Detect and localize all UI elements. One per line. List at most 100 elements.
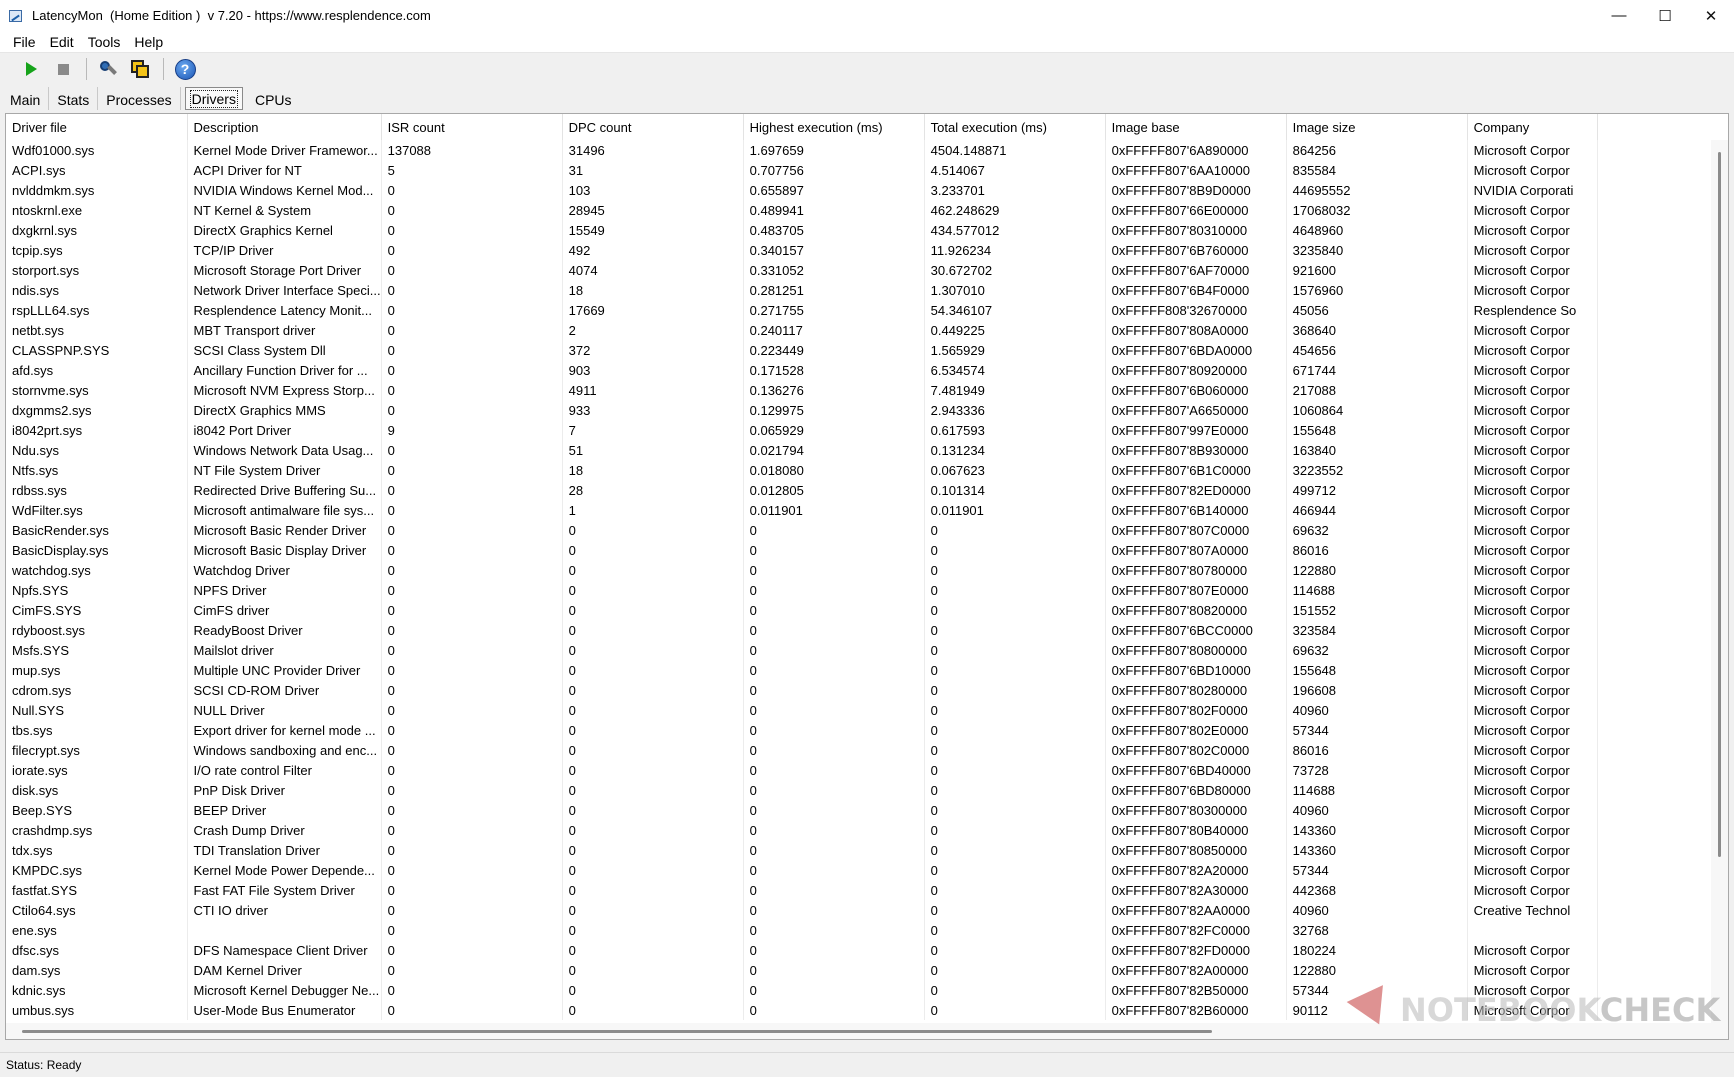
table-cell: Microsoft Corpor — [1467, 840, 1598, 860]
table-row[interactable]: disk.sys PnP Disk Driver 0 0 0 0 0xFFFFF807'6B… — [6, 780, 1598, 800]
start-button[interactable] — [16, 56, 46, 82]
copy-button[interactable] — [125, 56, 155, 82]
table-cell: 466944 — [1286, 500, 1468, 520]
table-cell: rspLLL64.sys — [6, 300, 188, 320]
column-header[interactable]: ISR count — [381, 114, 563, 140]
table-row[interactable]: KMPDC.sys Kernel Mode Power Depende... 0 0 0… — [6, 860, 1598, 880]
tools-button[interactable] — [93, 56, 123, 82]
table-cell: Microsoft Corpor — [1467, 760, 1598, 780]
table-row[interactable]: iorate.sys I/O rate control Filter 0 0 0 0 0xF… — [6, 760, 1598, 780]
table-cell: CLASSPNP.SYS — [6, 340, 188, 360]
table-cell: dxgmms2.sys — [6, 400, 188, 420]
table-cell: 0 — [924, 800, 1106, 820]
table-row[interactable]: afd.sys Ancillary Function Driver for ...… — [6, 360, 1598, 380]
toolbar-separator — [163, 58, 164, 80]
table-cell: 2.943336 — [924, 400, 1106, 420]
tab-cpus[interactable]: CPUs — [247, 87, 300, 110]
menu-file[interactable]: File — [6, 34, 43, 50]
column-header[interactable]: Image base — [1105, 114, 1287, 140]
table-row[interactable]: cdrom.sys SCSI CD-ROM Driver 0 0 0 0 0xFFFFF80… — [6, 680, 1598, 700]
table-row[interactable]: dfsc.sys DFS Namespace Client Driver 0 0 0 0 0… — [6, 940, 1598, 960]
table-cell: 0 — [381, 520, 563, 540]
table-cell: 0 — [743, 920, 925, 940]
table-cell: 864256 — [1286, 140, 1468, 160]
maximize-button[interactable]: ☐ — [1642, 0, 1688, 31]
table-row[interactable]: Null.SYS NULL Driver 0 0 0 0 0xFFFFF807'802F00… — [6, 700, 1598, 720]
table-cell: 0.011901 — [924, 500, 1106, 520]
column-header[interactable]: Description — [187, 114, 382, 140]
table-row[interactable]: WdFilter.sys Microsoft antimalware file s… — [6, 500, 1598, 520]
stop-button[interactable] — [48, 56, 78, 82]
table-row[interactable]: ntoskrnl.exe NT Kernel & System 0 28945 0.48… — [6, 200, 1598, 220]
vertical-scrollbar[interactable] — [1711, 140, 1728, 1024]
table-row[interactable]: dam.sys DAM Kernel Driver 0 0 0 0 0xFFFFF807'8… — [6, 960, 1598, 980]
table-row[interactable]: Msfs.SYS Mailslot driver 0 0 0 0 0xFFFFF807'80… — [6, 640, 1598, 660]
table-row[interactable]: rspLLL64.sys Resplendence Latency Monit..… — [6, 300, 1598, 320]
tab-drivers[interactable]: Drivers — [184, 87, 243, 110]
table-row[interactable]: storport.sys Microsoft Storage Port Drive… — [6, 260, 1598, 280]
table-row[interactable]: tcpip.sys TCP/IP Driver 0 492 0.340157 11.926… — [6, 240, 1598, 260]
table-cell: 0 — [381, 660, 563, 680]
table-cell: 0xFFFFF807'80780000 — [1105, 560, 1287, 580]
table-row[interactable]: stornvme.sys Microsoft NVM Express Storp.… — [6, 380, 1598, 400]
table-row[interactable]: mup.sys Multiple UNC Provider Driver 0 0 0 0 0… — [6, 660, 1598, 680]
scroll-thumb[interactable] — [22, 1030, 1212, 1033]
table-row[interactable]: crashdmp.sys Crash Dump Driver 0 0 0 0 0xFFFFF… — [6, 820, 1598, 840]
table-row[interactable]: dxgmms2.sys DirectX Graphics MMS 0 933 0.129… — [6, 400, 1598, 420]
table-row[interactable]: Ctilo64.sys CTI IO driver 0 0 0 0 0xFFFFF807'8… — [6, 900, 1598, 920]
table-cell: Microsoft Corpor — [1467, 800, 1598, 820]
tab-processes[interactable]: Processes — [98, 87, 181, 110]
table-row[interactable]: BasicRender.sys Microsoft Basic Render Dr… — [6, 520, 1598, 540]
table-cell: tbs.sys — [6, 720, 188, 740]
table-cell: 1576960 — [1286, 280, 1468, 300]
table-row[interactable]: Beep.SYS BEEP Driver 0 0 0 0 0xFFFFF807'803000… — [6, 800, 1598, 820]
column-header[interactable]: DPC count — [562, 114, 744, 140]
table-row[interactable]: i8042prt.sys i8042 Port Driver 9 7 0.065929 0… — [6, 420, 1598, 440]
table-row[interactable]: netbt.sys MBT Transport driver 0 2 0.240117 0… — [6, 320, 1598, 340]
table-row[interactable]: fastfat.SYS Fast FAT File System Driver 0 0… — [6, 880, 1598, 900]
table-row[interactable]: rdbss.sys Redirected Drive Buffering Su..… — [6, 480, 1598, 500]
table-cell: 0 — [562, 600, 744, 620]
menu-edit[interactable]: Edit — [43, 34, 81, 50]
table-row[interactable]: Npfs.SYS NPFS Driver 0 0 0 0 0xFFFFF807'807E00… — [6, 580, 1598, 600]
table-row[interactable]: ene.sys 0 0 0 0 0xFFFFF807'82FC0000 32768 — [6, 920, 1598, 940]
table-cell: Watchdog Driver — [187, 560, 382, 580]
table-row[interactable]: nvlddmkm.sys NVIDIA Windows Kernel Mod...… — [6, 180, 1598, 200]
table-cell: watchdog.sys — [6, 560, 188, 580]
help-button[interactable]: ? — [170, 56, 200, 82]
tab-stats[interactable]: Stats — [49, 87, 99, 110]
table-cell: 0 — [924, 780, 1106, 800]
table-cell: Microsoft Corpor — [1467, 380, 1598, 400]
column-header[interactable]: Highest execution (ms) — [743, 114, 925, 140]
table-row[interactable]: tdx.sys TDI Translation Driver 0 0 0 0 0xFFFFF… — [6, 840, 1598, 860]
table-cell: 155648 — [1286, 660, 1468, 680]
column-header[interactable]: Driver file — [6, 114, 188, 140]
table-row[interactable]: rdyboost.sys ReadyBoost Driver 0 0 0 0 0xFFFFF… — [6, 620, 1598, 640]
column-header[interactable]: Total execution (ms) — [924, 114, 1106, 140]
tab-main[interactable]: Main — [2, 87, 50, 110]
column-header[interactable]: Image size — [1286, 114, 1468, 140]
table-row[interactable]: Ntfs.sys NT File System Driver 0 18 0.018080… — [6, 460, 1598, 480]
table-row[interactable]: tbs.sys Export driver for kernel mode ...… — [6, 720, 1598, 740]
table-row[interactable]: BasicDisplay.sys Microsoft Basic Display … — [6, 540, 1598, 560]
table-row[interactable]: dxgkrnl.sys DirectX Graphics Kernel 0 15549… — [6, 220, 1598, 240]
close-button[interactable]: ✕ — [1688, 0, 1734, 31]
table-row[interactable]: CimFS.SYS CimFS driver 0 0 0 0 0xFFFFF807'8082… — [6, 600, 1598, 620]
table-cell: 28945 — [562, 200, 744, 220]
table-cell: 69632 — [1286, 640, 1468, 660]
table-cell: 0 — [924, 580, 1106, 600]
table-row[interactable]: watchdog.sys Watchdog Driver 0 0 0 0 0xFFFFF80… — [6, 560, 1598, 580]
table-row[interactable]: filecrypt.sys Windows sandboxing and enc.… — [6, 740, 1598, 760]
minimize-button[interactable]: — — [1596, 0, 1642, 31]
table-row[interactable]: CLASSPNP.SYS SCSI Class System Dll 0 372 0.2… — [6, 340, 1598, 360]
table-row[interactable]: Ndu.sys Windows Network Data Usag... 0 51 0.… — [6, 440, 1598, 460]
table-row[interactable]: Wdf01000.sys Kernel Mode Driver Framewor.… — [6, 140, 1598, 160]
table-cell: Microsoft Corpor — [1467, 780, 1598, 800]
menu-help[interactable]: Help — [127, 34, 170, 50]
table-row[interactable]: ACPI.sys ACPI Driver for NT 5 31 0.707756 4.5… — [6, 160, 1598, 180]
column-header[interactable]: Company — [1467, 114, 1598, 140]
menu-tools[interactable]: Tools — [81, 34, 128, 50]
table-row[interactable]: ndis.sys Network Driver Interface Speci..… — [6, 280, 1598, 300]
scroll-thumb[interactable] — [1718, 152, 1721, 857]
table-cell: 0 — [381, 260, 563, 280]
